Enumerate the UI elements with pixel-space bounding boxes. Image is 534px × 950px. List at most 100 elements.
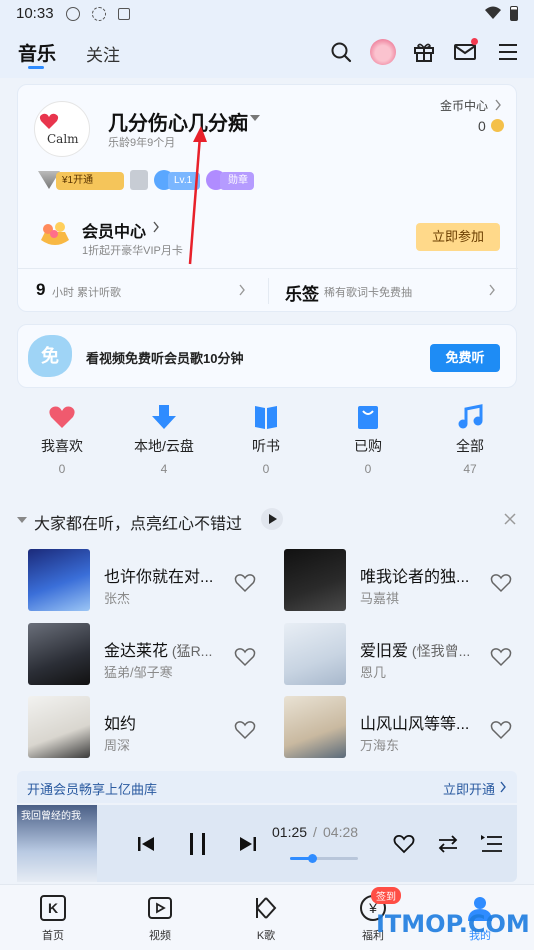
bottom-nav-home[interactable]: K 首页 <box>23 895 83 950</box>
song-title-sub: (猛R... <box>168 643 213 659</box>
divider <box>268 278 269 304</box>
chevron-right-icon <box>500 781 506 793</box>
username[interactable]: 几分伤心几分痴 <box>108 107 248 136</box>
menu-icon[interactable] <box>496 40 520 64</box>
song-artist: 猛弟/邹子寒 <box>104 665 173 680</box>
song-cover <box>284 696 346 758</box>
free-listen-button[interactable]: 免费听 <box>430 344 500 372</box>
song-artist: 万海东 <box>360 738 400 753</box>
watermark: ITMOP.COM <box>376 910 530 938</box>
music-age: 乐龄9年9个月 <box>108 137 176 149</box>
progress-knob[interactable] <box>308 854 318 863</box>
like-heart-icon[interactable] <box>490 573 512 593</box>
song-title: 也许你就在对... <box>104 569 214 586</box>
chevron-right-icon <box>153 221 159 233</box>
previous-icon[interactable] <box>137 835 155 853</box>
vip-open-badge[interactable]: ¥1开通 <box>56 172 124 190</box>
time-separator: / <box>313 824 317 840</box>
collapse-caret-icon[interactable] <box>17 516 27 524</box>
profile-card: Calm 几分伤心几分痴 乐龄9年9个月 金币中心 0 ¥1开通 Lv.1 勋章… <box>17 84 518 312</box>
bottom-nav-label: 首页 <box>42 930 64 942</box>
tab-music[interactable]: 音乐 <box>18 39 56 66</box>
lequan-title[interactable]: 乐签 <box>285 280 319 305</box>
nav-favorites[interactable]: 我喜欢 0 <box>12 404 112 484</box>
like-heart-icon[interactable] <box>234 647 256 667</box>
gift-icon[interactable] <box>412 40 436 64</box>
song-artist: 恩几 <box>360 665 387 680</box>
nav-label: 全部 <box>456 438 484 454</box>
free-listen-promo-card: 免 看视频免费听会员歌10分钟 免费听 <box>17 324 517 388</box>
nav-count: 47 <box>463 462 477 476</box>
song-item[interactable]: 如约 周深 <box>28 696 268 760</box>
download-icon <box>152 405 176 429</box>
song-item[interactable]: 爱旧爱 (怪我曾... 恩几 <box>284 623 524 687</box>
search-icon[interactable] <box>329 40 353 64</box>
recommend-title: 大家都在听，点亮红心不错过 <box>34 516 243 533</box>
pause-icon[interactable] <box>188 832 208 856</box>
music-note-icon <box>458 404 483 429</box>
avatar-mini-icon[interactable] <box>370 39 396 65</box>
nav-label: 本地/云盘 <box>134 438 194 454</box>
coin-center-label[interactable]: 金币中心 <box>440 97 488 114</box>
current-time: 01:25 <box>272 824 308 840</box>
play-icon <box>269 514 277 524</box>
member-upsell-bar[interactable]: 开通会员畅享上亿曲库 立即开通 <box>17 771 517 803</box>
k-icon <box>66 7 80 21</box>
member-bar-action[interactable]: 立即开通 <box>443 779 495 798</box>
tab-follow[interactable]: 关注 <box>86 41 120 66</box>
play-all-button[interactable] <box>261 508 283 530</box>
nav-audiobooks[interactable]: 听书 0 <box>216 404 316 484</box>
song-title: 如约 <box>104 716 137 733</box>
progress-track[interactable] <box>290 854 358 863</box>
listen-hours-label: 小时 累计听歌 <box>52 287 122 299</box>
annotation-arrow <box>188 126 207 265</box>
medal-badge[interactable]: 勋章 <box>220 172 254 190</box>
song-cover <box>28 696 90 758</box>
close-icon[interactable] <box>504 513 516 525</box>
nav-local-cloud[interactable]: 本地/云盘 4 <box>114 404 214 484</box>
like-heart-icon[interactable] <box>490 647 512 667</box>
playlist-icon[interactable] <box>481 834 503 854</box>
nav-all[interactable]: 全部 47 <box>420 404 520 484</box>
nav-count: 0 <box>58 462 66 476</box>
listen-hours-value: 9 <box>36 280 46 299</box>
nav-purchased[interactable]: 已购 0 <box>318 404 418 484</box>
like-heart-icon[interactable] <box>490 720 512 740</box>
chevron-right-icon <box>495 99 501 111</box>
bottom-nav-label: 视频 <box>149 930 171 942</box>
player-cover[interactable]: 我回曾经的我 <box>17 805 97 882</box>
video-icon <box>148 897 172 919</box>
song-item[interactable]: 山风山风等等... 万海东 <box>284 696 524 760</box>
bottom-nav-video[interactable]: 视频 <box>130 895 190 950</box>
join-member-button[interactable]: 立即参加 <box>416 223 500 251</box>
chevron-right-icon[interactable] <box>488 284 496 296</box>
coin-count: 0 <box>478 118 486 134</box>
notification-icon <box>118 8 130 20</box>
song-title-sub: (怪我曾... <box>408 643 471 659</box>
song-item[interactable]: 唯我论者的独... 马嘉祺 <box>284 549 524 613</box>
bottom-nav-karaoke[interactable]: K歌 <box>236 895 296 950</box>
mini-player[interactable]: 我回曾经的我 01:25 / 04:28 <box>17 805 517 882</box>
caret-down-icon[interactable] <box>250 114 260 122</box>
active-tab-indicator <box>28 66 44 69</box>
member-center-title[interactable]: 会员中心 <box>82 218 146 242</box>
chevron-right-icon[interactable] <box>238 284 246 296</box>
like-heart-icon[interactable] <box>234 720 256 740</box>
like-heart-icon[interactable] <box>393 834 415 854</box>
song-item[interactable]: 金达莱花 (猛R... 猛弟/邹子寒 <box>28 623 268 687</box>
next-icon[interactable] <box>239 835 257 853</box>
like-heart-icon[interactable] <box>234 573 256 593</box>
song-artist: 周深 <box>104 738 131 753</box>
nav-label: 听书 <box>252 438 280 454</box>
coin-icon <box>491 119 504 132</box>
shopping-bag-icon <box>358 406 378 429</box>
k-song-icon <box>256 897 277 919</box>
loop-mode-icon[interactable] <box>437 834 459 854</box>
book-icon <box>255 406 277 429</box>
avatar[interactable]: Calm <box>34 101 90 157</box>
top-header: 音乐 关注 <box>0 28 534 78</box>
song-item[interactable]: 也许你就在对... 张杰 <box>28 549 268 613</box>
song-title-main: 金达莱花 <box>104 643 169 660</box>
nav-count: 0 <box>364 462 372 476</box>
free-icon: 免 <box>28 335 72 377</box>
